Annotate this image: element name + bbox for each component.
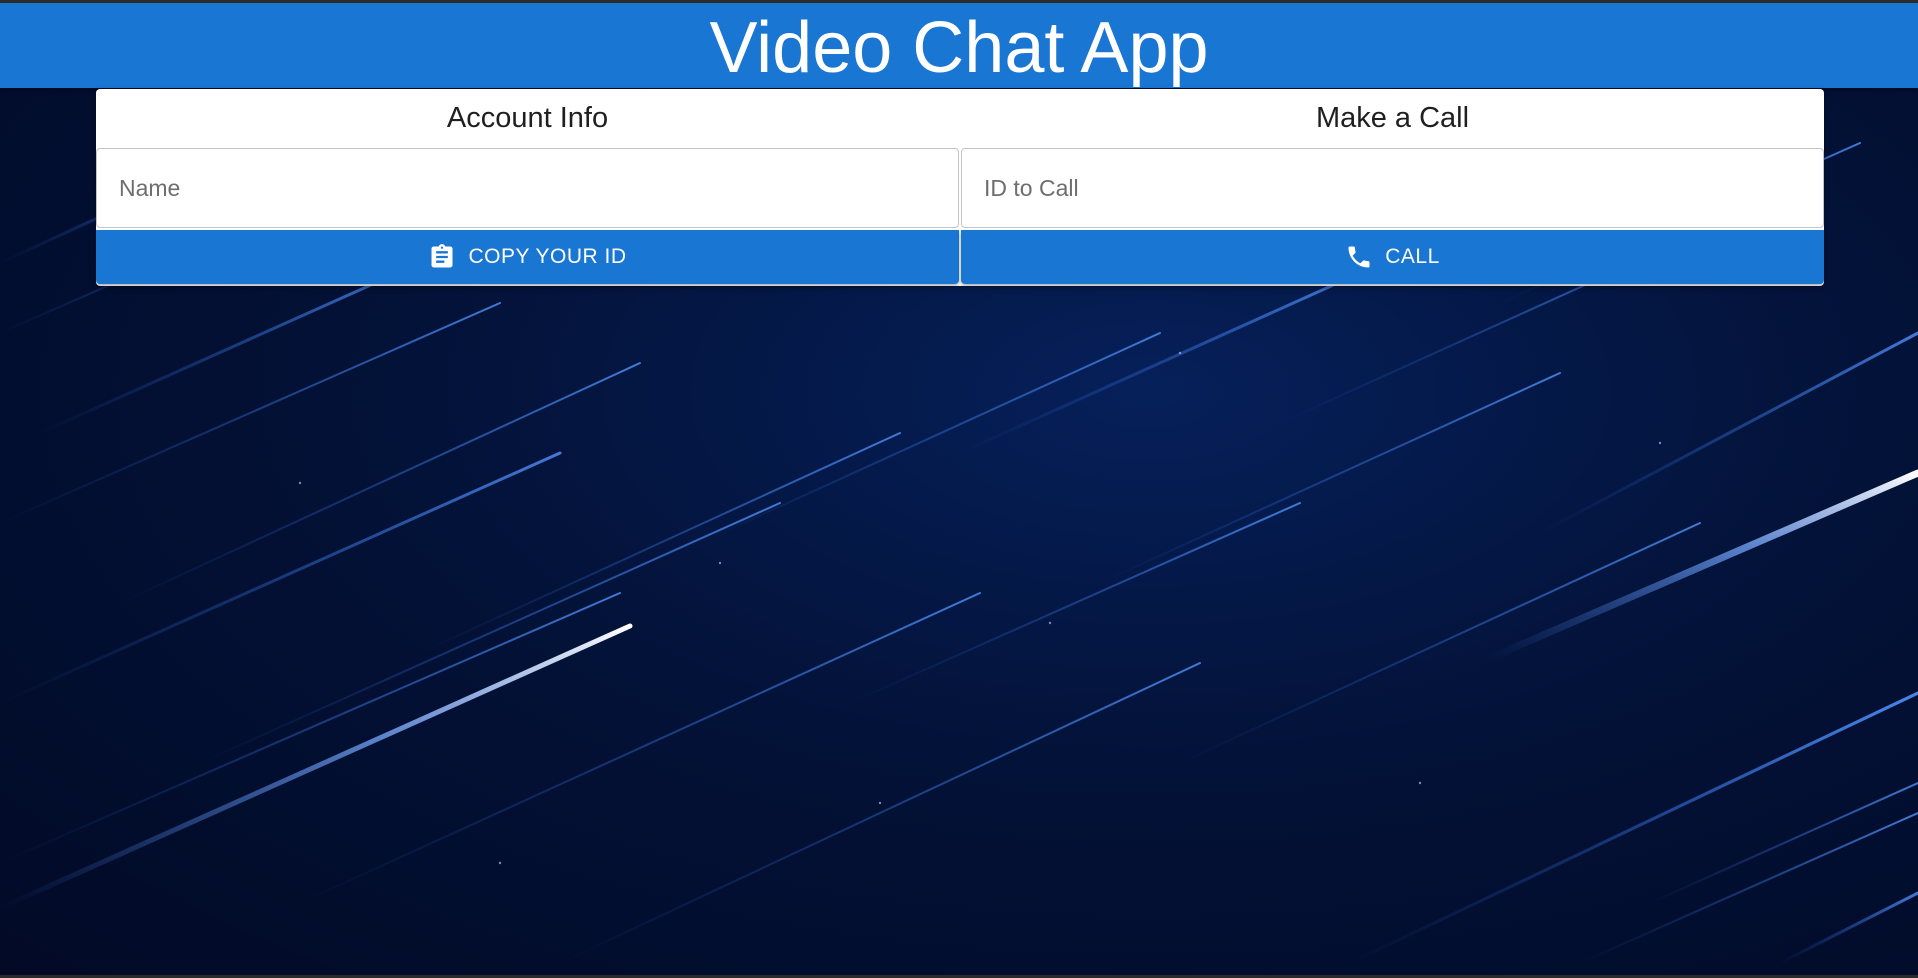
id-to-call-field[interactable]: [961, 148, 1824, 228]
app-title: Video Chat App: [709, 7, 1209, 88]
call-button-label: CALL: [1385, 245, 1440, 268]
id-to-call-input[interactable]: [982, 173, 1785, 203]
app-window: Video Chat App Account Info COPY YOUR ID: [0, 0, 1918, 978]
page-viewport: Video Chat App Account Info COPY YOUR ID: [0, 3, 1918, 975]
app-header: Video Chat App: [0, 3, 1918, 88]
account-info-section: Account Info COPY YOUR ID: [96, 89, 959, 286]
copy-id-button-label: COPY YOUR ID: [468, 245, 627, 268]
phone-icon: [1345, 243, 1373, 271]
copy-id-button[interactable]: COPY YOUR ID: [96, 230, 959, 284]
account-info-heading: Account Info: [446, 102, 609, 134]
options-card: Account Info COPY YOUR ID Make a Call: [96, 89, 1824, 286]
call-button[interactable]: CALL: [961, 230, 1824, 284]
make-call-heading: Make a Call: [1315, 102, 1470, 134]
make-call-section: Make a Call CALL: [961, 89, 1824, 286]
name-input[interactable]: [117, 173, 920, 203]
name-field[interactable]: [96, 148, 959, 228]
clipboard-icon: [428, 243, 456, 271]
